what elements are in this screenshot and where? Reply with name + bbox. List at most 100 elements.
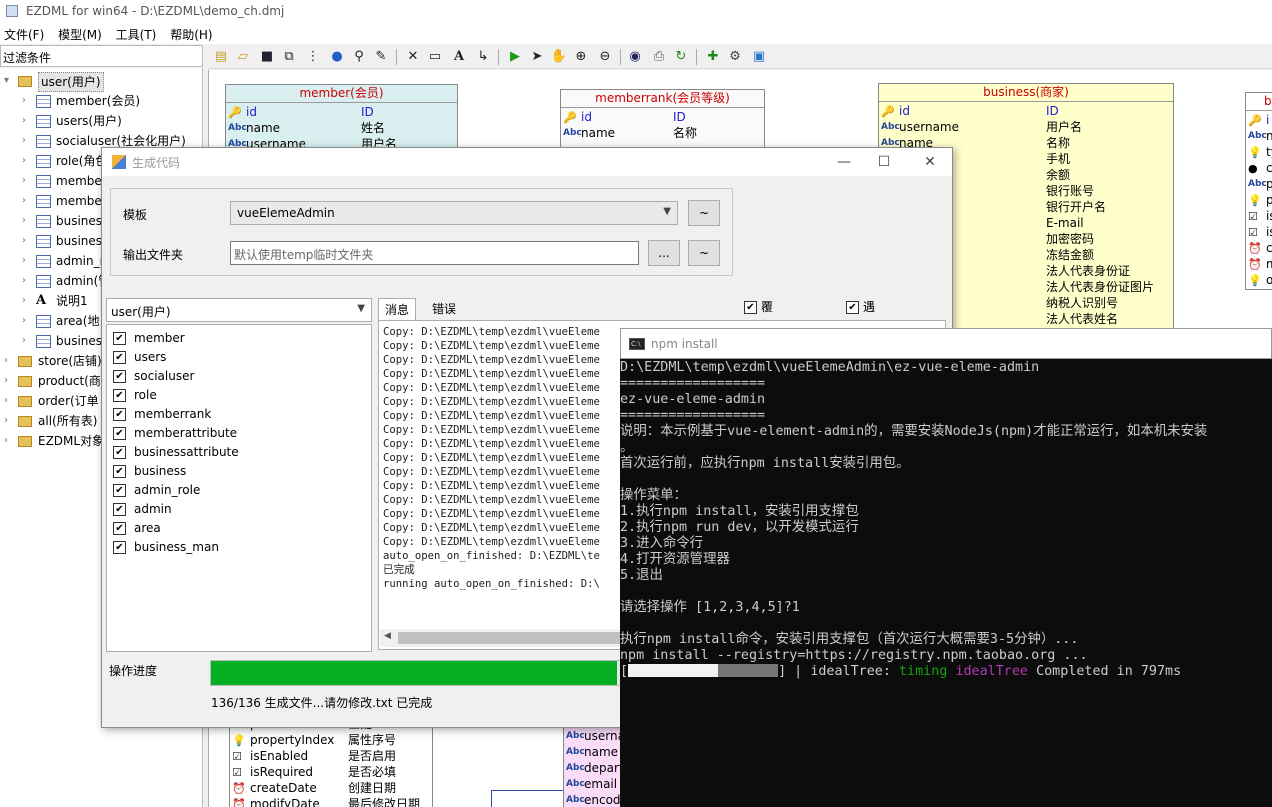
save-icon[interactable]: ■ — [258, 48, 276, 66]
entity-field-row[interactable]: 🔑idID — [879, 104, 1173, 120]
image-icon[interactable]: ▣ — [750, 48, 768, 66]
boolean-field-icon: ☑ — [1248, 225, 1258, 240]
chevron-right-icon[interactable]: › — [22, 292, 32, 310]
find-icon[interactable]: ⚲ — [350, 48, 368, 66]
zoom-in-icon[interactable]: ⊕ — [572, 48, 590, 66]
text-field-icon: Abc — [566, 777, 585, 792]
template-tilde-button[interactable]: ~ — [688, 200, 720, 226]
settings-icon[interactable]: ⚙ — [726, 48, 744, 66]
entity-field-row[interactable]: Abcname姓名 — [226, 121, 457, 137]
chevron-right-icon[interactable]: › — [22, 192, 32, 210]
menu-tools[interactable]: 工具(T) — [112, 24, 163, 43]
menu-file[interactable]: 文件(F) — [0, 24, 50, 43]
refresh-icon[interactable]: ↻ — [672, 48, 690, 66]
entity-field-row[interactable]: Abcname名称 — [561, 126, 764, 142]
close-icon[interactable]: ✕ — [920, 152, 940, 172]
tree-view-icon[interactable]: ⋮ — [304, 48, 322, 66]
entity-field-row[interactable]: ⏰c — [1246, 241, 1272, 257]
printer-icon[interactable]: ⎙ — [650, 48, 668, 66]
field-caption: 银行开户名 — [1046, 200, 1106, 215]
terminal-line: 首次运行前，应执行npm install安装引用包。 — [620, 456, 910, 472]
chevron-right-icon[interactable]: › — [22, 212, 32, 230]
table-checklist[interactable]: ✔member✔users✔socialuser✔role✔memberrank… — [106, 324, 372, 652]
entity-field-row[interactable]: 🔑i — [1246, 113, 1272, 129]
chevron-right-icon[interactable]: › — [22, 252, 32, 270]
filter-label[interactable]: 过滤条件 — [0, 45, 203, 67]
chevron-right-icon[interactable]: › — [4, 412, 14, 430]
view-icon[interactable]: ◉ — [626, 48, 644, 66]
menu-bar: 文件(F) 模型(M) 工具(T) 帮助(H) — [0, 24, 1272, 44]
entity-field-row[interactable]: ☑is — [1246, 225, 1272, 241]
entity-field-row[interactable]: ☑is — [1246, 209, 1272, 225]
scrollbar-thumb[interactable] — [398, 632, 638, 644]
menu-help[interactable]: 帮助(H) — [166, 24, 218, 43]
hand-icon[interactable]: ✋ — [550, 48, 568, 66]
entity-field-row[interactable]: ⏰createDate创建日期 — [230, 781, 432, 797]
entity-field-row[interactable]: ⏰modifyDate最后修改日期 — [230, 797, 432, 807]
entity-field-row[interactable]: Abcn — [1246, 129, 1272, 145]
chevron-right-icon[interactable]: › — [22, 152, 32, 170]
globe-icon[interactable]: ● — [328, 48, 346, 66]
entity-field-row[interactable]: 💡propertyIndex属性序号 — [230, 733, 432, 749]
field-name: ty — [1266, 145, 1272, 160]
pen-icon[interactable]: ✎ — [372, 48, 390, 66]
toolbar-separator — [396, 49, 397, 65]
chevron-right-icon[interactable]: › — [22, 312, 32, 330]
tree-item-label: EZDML对象 — [38, 432, 104, 450]
entity-field-row[interactable]: 💡p — [1246, 193, 1272, 209]
entity-partial-bottom-left[interactable]: pattern匹配💡propertyIndex属性序号☑isEnabled是否启… — [229, 718, 433, 807]
entity-field-row[interactable]: Abcusername用户名 — [879, 120, 1173, 136]
new-icon[interactable]: ▤ — [212, 48, 230, 66]
run-icon[interactable]: ▶ — [506, 48, 524, 66]
entity-field-row[interactable]: Abcp — [1246, 177, 1272, 193]
copy-icon[interactable]: ⧉ — [280, 48, 298, 66]
entity-field-row[interactable]: ●c — [1246, 161, 1272, 177]
model-select[interactable]: user(用户) ▼ — [106, 298, 372, 322]
link-icon[interactable]: ↳ — [474, 48, 492, 66]
zoom-out-icon[interactable]: ⊖ — [596, 48, 614, 66]
output-folder-input[interactable]: 默认使用temp临时文件夹 — [230, 241, 639, 265]
entity-title: b — [1246, 93, 1272, 111]
chevron-right-icon[interactable]: › — [22, 92, 32, 110]
chevron-right-icon[interactable]: › — [4, 392, 14, 410]
browse-button[interactable]: ... — [648, 240, 680, 266]
chevron-right-icon[interactable]: › — [22, 172, 32, 190]
chevron-right-icon[interactable]: › — [4, 372, 14, 390]
maximize-icon[interactable]: ☐ — [874, 152, 894, 172]
menu-model[interactable]: 模型(M) — [54, 24, 108, 43]
entity-field-row[interactable]: 💡ty — [1246, 145, 1272, 161]
delete-icon[interactable]: ✕ — [404, 48, 422, 66]
output-tilde-button[interactable]: ~ — [688, 240, 720, 266]
terminal-window[interactable]: C:\ npm install D:\EZDML\temp\ezdml\vueE… — [620, 328, 1272, 807]
open-icon[interactable]: ▱ — [234, 48, 252, 66]
entity-field-row[interactable]: ☑isEnabled是否启用 — [230, 749, 432, 765]
text-icon[interactable]: A — [450, 48, 468, 66]
toolbar-separator — [620, 49, 621, 65]
table-icon[interactable]: ▭ — [426, 48, 444, 66]
add-field-icon[interactable]: ✚ — [704, 48, 722, 66]
chevron-down-icon[interactable]: ▾ — [4, 72, 14, 90]
chevron-right-icon[interactable]: › — [22, 232, 32, 250]
entity-field-row[interactable]: ☑isRequired是否必填 — [230, 765, 432, 781]
entity-memberrank[interactable]: memberrank(会员等级) 🔑idIDAbcname名称 — [560, 89, 765, 149]
chevron-right-icon[interactable]: › — [4, 352, 14, 370]
entity-partial-right[interactable]: b 🔑iAbcn💡ty●cAbcp💡p☑is☑is⏰c⏰m💡o — [1245, 92, 1272, 290]
chevron-right-icon[interactable]: › — [22, 332, 32, 350]
field-name: propertyIndex — [250, 733, 334, 748]
minimize-icon[interactable]: — — [834, 152, 854, 172]
tab-messages[interactable]: 消息 — [378, 298, 416, 320]
entity-field-row[interactable]: ⏰m — [1246, 257, 1272, 273]
tab-errors[interactable]: 错误 — [426, 298, 462, 320]
template-select[interactable]: vueElemeAdmin ▼ — [230, 201, 678, 225]
chevron-right-icon[interactable]: › — [22, 112, 32, 130]
app-title-bar: EZDML for win64 - D:\EZDML\demo_ch.dmj — [0, 0, 1272, 24]
chevron-right-icon[interactable]: › — [22, 272, 32, 290]
chevron-right-icon[interactable]: › — [4, 432, 14, 450]
chevron-right-icon[interactable]: › — [22, 132, 32, 150]
entity-field-row[interactable]: 🔑idID — [226, 105, 457, 121]
pointer-icon[interactable]: ➤ — [528, 48, 546, 66]
scroll-left-icon[interactable]: ◀ — [384, 631, 391, 641]
entity-field-row[interactable]: 💡o — [1246, 273, 1272, 289]
entity-member[interactable]: member(会员) 🔑idIDAbcname姓名Abcusername用户名 — [225, 84, 458, 154]
entity-field-row[interactable]: 🔑idID — [561, 110, 764, 126]
